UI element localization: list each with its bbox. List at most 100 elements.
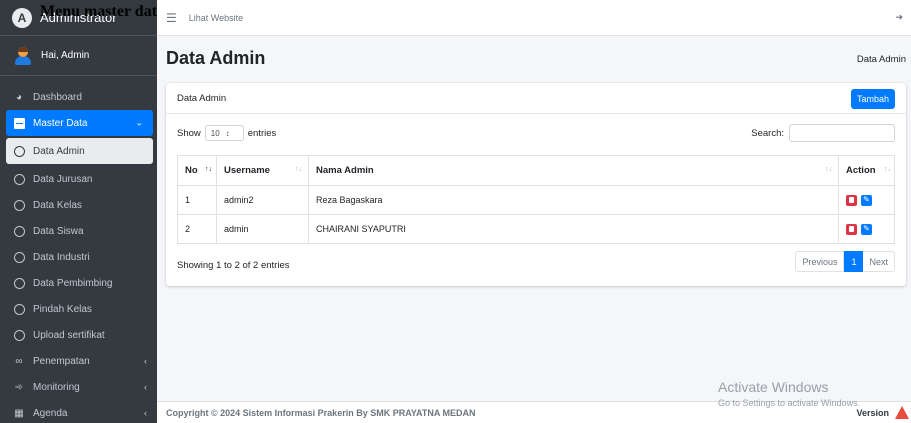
version-label: Version [856,408,889,418]
sidebar-item-agenda[interactable]: ▦ Agenda ‹ [0,400,157,423]
sidebar-item-label: Data Industri [33,251,90,263]
chevron-left-icon: ‹ [144,356,147,366]
sidebar-item-label: Data Siswa [33,225,84,237]
column-header-action[interactable]: Action ↑↓ [838,155,895,186]
table-header-row: No ↑↓ Username ↑↓ Nama Admin ↑↓ Action ↑… [177,155,895,186]
sidebar-item-data-industri[interactable]: Data Industri [0,244,157,270]
page-title: Data Admin [166,48,266,68]
cell-username: admin [216,214,309,244]
sidebar-item-penempatan[interactable]: ∞ Penempatan ‹ [0,348,157,374]
previous-page-button[interactable]: Previous [795,251,845,272]
column-header-no[interactable]: No ↑↓ [177,155,217,186]
entries-label: entries [247,127,277,139]
show-label: Show [177,127,201,139]
page-length-control: Show 10 ↕ entries [177,125,276,141]
view-website-link[interactable]: Lihat Website [189,13,243,23]
sidebar-item-label: Agenda [33,407,68,419]
circle-icon [13,199,25,211]
table-row: 1 admin2 Reza Bagaskara ✎ [177,185,895,215]
sidebar-item-label: Data Pembimbing [33,277,113,289]
sidebar-item-data-pembimbing[interactable]: Data Pembimbing [0,270,157,296]
dashboard-icon: ◕ [15,91,23,103]
cell-nama-admin: CHAIRANI SYAPUTRI [308,214,839,244]
column-header-label: No [185,165,198,176]
sidebar-item-data-jurusan[interactable]: Data Jurusan [0,166,157,192]
column-header-label: Nama Admin [316,165,374,176]
page-1-button[interactable]: 1 [844,251,864,272]
sidebar-item-label: Master Data [33,117,88,129]
column-header-label: Action [846,165,876,176]
logout-icon[interactable]: ➜ [895,12,903,23]
card-title: Data Admin [177,92,227,104]
brand-link[interactable]: A Menu master data Administrator [0,0,165,36]
user-panel[interactable]: Hai, Admin [0,36,157,76]
circle-icon [13,173,25,185]
book-icon [13,117,25,129]
sidebar-item-label: Monitoring [33,381,80,393]
search-input[interactable] [789,124,895,142]
menu-toggle-icon[interactable]: ☰ [166,11,177,25]
sidebar-item-label: Dashboard [33,91,82,103]
brand-title: Administrator [40,10,117,25]
sidebar: A Menu master data Administrator Hai, Ad… [0,0,165,423]
satellite-icon: ➾ [14,381,24,393]
chevron-down-icon: ⌄ [135,117,143,128]
circle-icon [13,225,25,237]
copyright-text: Copyright © 2024 Sistem Informasi Praker… [166,408,476,418]
sidebar-item-label: Pindah Kelas [33,303,92,315]
circle-icon [13,251,25,263]
sort-icon: ↑↓ [825,166,832,173]
chevron-left-icon: ‹ [144,382,147,392]
brand-logo-icon: A [12,7,32,28]
page-length-value: 10 [210,128,220,138]
cell-action: ✎ [838,185,895,215]
table-controls: Show 10 ↕ entries Search: [166,114,906,150]
delete-icon[interactable] [846,223,857,235]
circle-icon [13,329,25,341]
sort-icon: ↑↓ [205,166,212,173]
add-admin-button[interactable]: Tambah [850,89,895,109]
sidebar-item-upload-sertifikat[interactable]: Upload sertifikat [0,322,157,348]
sidebar-item-label: Data Kelas [33,199,82,211]
column-header-label: Username [224,165,270,176]
sidebar-item-data-admin[interactable]: Data Admin [6,138,153,164]
footer: Copyright © 2024 Sistem Informasi Praker… [157,401,911,423]
search-control: Search: [751,124,895,142]
sort-icon: ↑↓ [295,166,302,173]
page-length-select[interactable]: 10 ↕ [204,125,244,141]
sidebar-item-data-kelas[interactable]: Data Kelas [0,192,157,218]
edit-icon[interactable]: ✎ [861,194,872,206]
edit-icon[interactable]: ✎ [861,223,872,235]
cell-nama-admin: Reza Bagaskara [308,185,839,215]
breadcrumb[interactable]: Data Admin [857,54,906,65]
card-header: Data Admin Tambah [166,83,906,114]
sidebar-item-label: Upload sertifikat [33,329,105,341]
sidebar-item-dashboard[interactable]: ◕ Dashboard [0,84,157,110]
cell-no: 2 [177,214,217,244]
cell-username: admin2 [216,185,309,215]
table-info: Showing 1 to 2 of 2 entries [177,260,290,271]
admin-table: No ↑↓ Username ↑↓ Nama Admin ↑↓ Action ↑… [177,155,895,244]
link-icon: ∞ [15,355,23,367]
chevron-left-icon: ‹ [144,408,147,418]
pagination: Previous 1 Next [795,251,895,272]
column-header-username[interactable]: Username ↑↓ [216,155,309,186]
search-label: Search: [751,127,784,139]
circle-icon [13,145,25,157]
avatar [14,46,32,65]
column-header-nama-admin[interactable]: Nama Admin ↑↓ [308,155,839,186]
next-page-button[interactable]: Next [863,251,895,272]
user-greeting: Hai, Admin [41,50,90,61]
topbar: ☰ Lihat Website ➜ [157,0,911,36]
sidebar-item-label: Penempatan [33,355,90,367]
sidebar-nav: ◕ Dashboard Master Data ⌄ Data Admin Dat… [0,84,157,423]
delete-icon[interactable] [846,194,857,206]
sidebar-item-master-data[interactable]: Master Data ⌄ [6,110,153,136]
sidebar-item-monitoring[interactable]: ➾ Monitoring ‹ [0,374,157,400]
sidebar-item-pindah-kelas[interactable]: Pindah Kelas [0,296,157,322]
sort-icon: ↑↓ [884,166,891,173]
warning-icon [895,406,909,419]
sidebar-item-data-siswa[interactable]: Data Siswa [0,218,157,244]
calendar-icon: ▦ [14,407,24,419]
circle-icon [13,303,25,315]
